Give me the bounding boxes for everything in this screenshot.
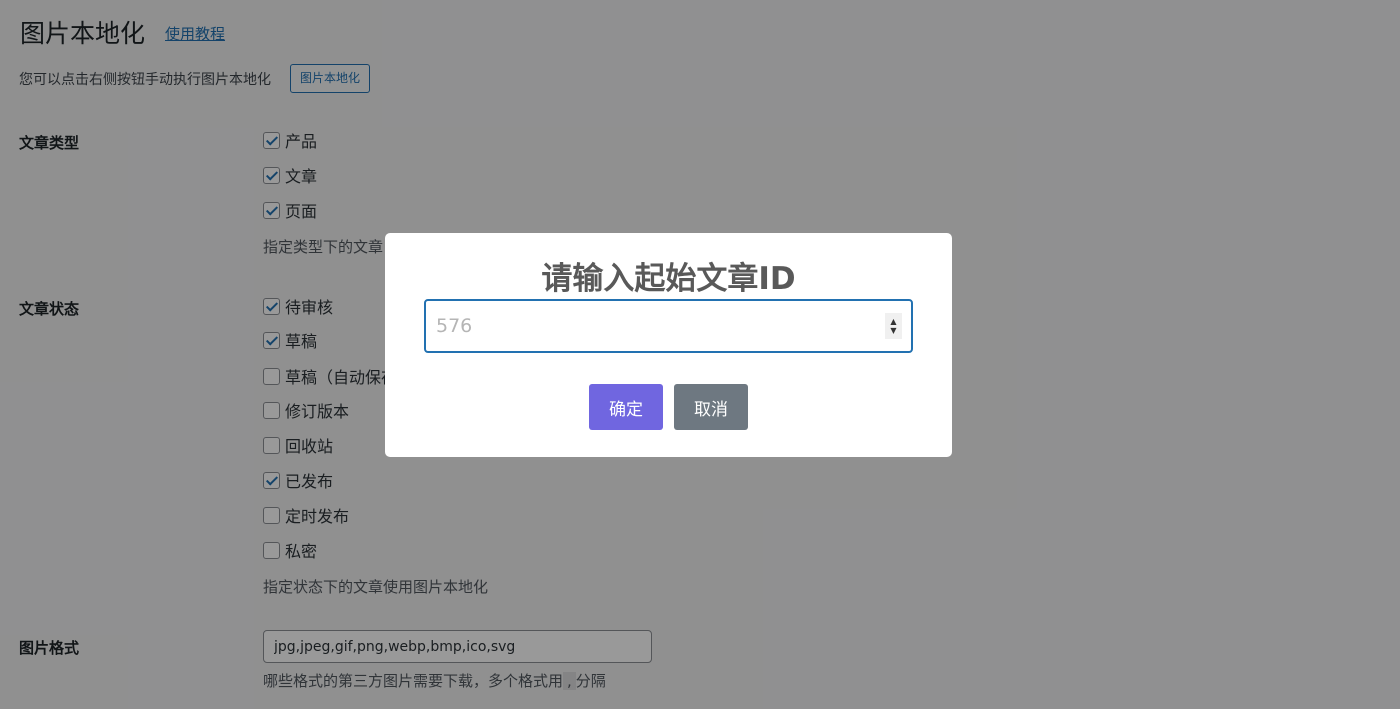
number-spinner[interactable]: ▲ ▼ bbox=[885, 313, 902, 339]
spinner-up-icon[interactable]: ▲ bbox=[890, 317, 896, 326]
start-id-input[interactable] bbox=[424, 299, 913, 353]
cancel-button[interactable]: 取消 bbox=[674, 384, 748, 430]
confirm-button[interactable]: 确定 bbox=[589, 384, 663, 430]
dialog-title: 请输入起始文章ID bbox=[541, 261, 796, 297]
spinner-down-icon[interactable]: ▼ bbox=[890, 326, 896, 335]
start-id-dialog: 请输入起始文章ID ▲ ▼ 确定 取消 bbox=[385, 233, 952, 457]
